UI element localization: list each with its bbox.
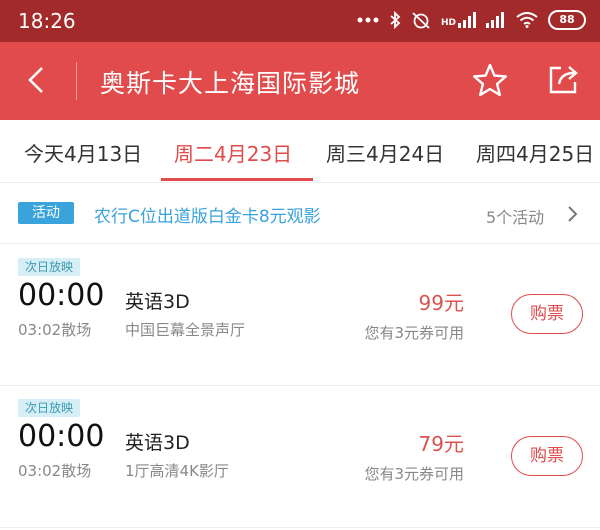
hall-name: 1厅高清4K影厅 bbox=[125, 462, 229, 480]
chevron-left-icon bbox=[28, 67, 43, 93]
start-time: 00:00 bbox=[18, 419, 105, 454]
back-button[interactable] bbox=[26, 65, 46, 99]
app-header: 奥斯卡大上海国际影城 bbox=[0, 42, 600, 120]
page-title: 奥斯卡大上海国际影城 bbox=[100, 69, 361, 98]
status-time: 18:26 bbox=[18, 9, 76, 33]
buy-ticket-button[interactable]: 购票 bbox=[511, 436, 583, 476]
battery-indicator: 88 bbox=[548, 10, 586, 30]
language-format: 英语3D bbox=[125, 432, 190, 454]
wifi-icon bbox=[516, 12, 538, 28]
tab-today[interactable]: 今天4月13日 bbox=[24, 138, 142, 167]
status-icons: HD 88 bbox=[357, 10, 586, 30]
tab-apr24[interactable]: 周三4月24日 bbox=[326, 138, 444, 167]
share-icon bbox=[549, 66, 578, 94]
start-time: 00:00 bbox=[18, 278, 105, 313]
signal-icon bbox=[486, 12, 506, 28]
promo-badge: 活动 bbox=[18, 202, 74, 224]
showtime-row: 次日放映 00:00 03:02散场 英语3D 1厅高清4K影厅 79元 您有3… bbox=[0, 386, 600, 528]
price: 79元 bbox=[418, 432, 464, 456]
star-icon bbox=[473, 63, 507, 97]
coupon-note: 您有3元券可用 bbox=[364, 324, 464, 342]
coupon-note: 您有3元券可用 bbox=[364, 465, 464, 483]
bluetooth-icon bbox=[389, 11, 401, 29]
signal-hd-label: HD bbox=[440, 18, 456, 28]
signal-hd-icon: HD bbox=[441, 12, 476, 28]
next-day-badge: 次日放映 bbox=[18, 399, 80, 417]
header-divider bbox=[76, 62, 77, 100]
share-button[interactable] bbox=[547, 64, 581, 100]
chevron-right-icon[interactable] bbox=[566, 205, 578, 227]
hall-name: 中国巨幕全景声厅 bbox=[125, 321, 246, 339]
favorite-button[interactable] bbox=[472, 63, 508, 101]
more-dots-icon bbox=[357, 16, 379, 24]
promo-text[interactable]: 农行C位出道版白金卡8元观影 bbox=[94, 202, 321, 227]
promo-count: 5个活动 bbox=[486, 208, 545, 227]
alarm-off-icon bbox=[411, 11, 431, 29]
active-tab-indicator bbox=[161, 178, 313, 181]
tab-apr25[interactable]: 周四4月25日 bbox=[476, 138, 594, 167]
status-bar: 18:26 HD 88 bbox=[0, 0, 600, 42]
tab-apr23[interactable]: 周二4月23日 bbox=[174, 138, 292, 167]
buy-ticket-button[interactable]: 购票 bbox=[511, 294, 583, 334]
language-format: 英语3D bbox=[125, 291, 190, 313]
next-day-badge: 次日放映 bbox=[18, 258, 80, 276]
price: 99元 bbox=[418, 291, 464, 315]
end-time: 03:02散场 bbox=[18, 462, 92, 480]
date-tabs: 今天4月13日 周二4月23日 周三4月24日 周四4月25日 bbox=[0, 120, 600, 183]
end-time: 03:02散场 bbox=[18, 321, 92, 339]
promo-row[interactable]: 活动 农行C位出道版白金卡8元观影 5个活动 bbox=[0, 183, 600, 244]
showtime-row: 次日放映 00:00 03:02散场 英语3D 中国巨幕全景声厅 99元 您有3… bbox=[0, 244, 600, 386]
